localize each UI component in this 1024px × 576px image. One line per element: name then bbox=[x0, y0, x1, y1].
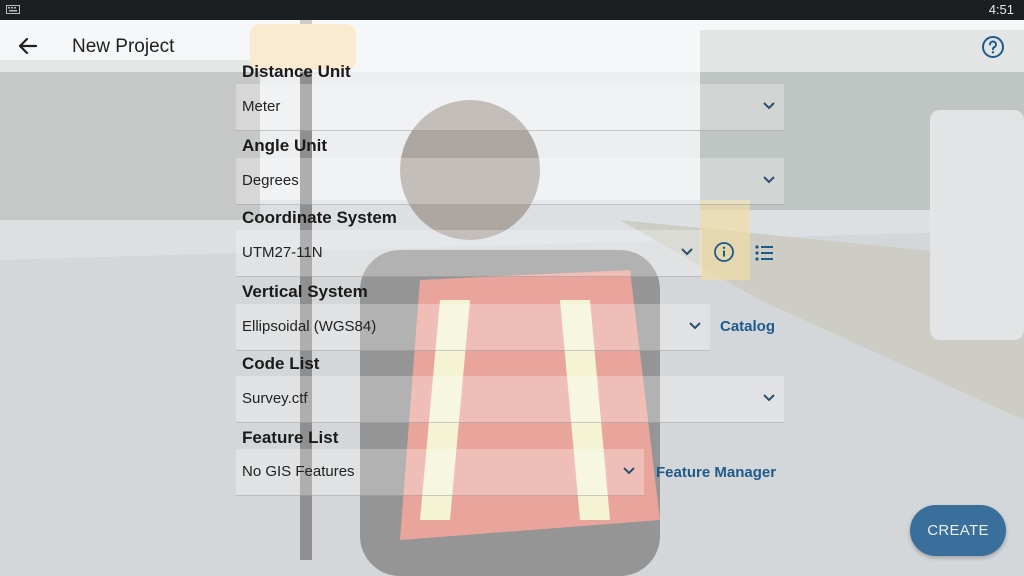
chevron-down-icon bbox=[763, 394, 775, 402]
chevron-down-icon bbox=[681, 248, 693, 256]
distance-unit-value: Meter bbox=[242, 98, 281, 115]
chevron-down-icon bbox=[763, 176, 775, 184]
help-circle-icon[interactable] bbox=[980, 34, 1006, 60]
chevron-down-icon bbox=[763, 102, 775, 110]
chevron-down-icon bbox=[689, 322, 701, 330]
feature-list-value: No GIS Features bbox=[242, 463, 355, 480]
coordinate-system-select[interactable]: UTM27-11N bbox=[236, 230, 702, 277]
arrow-back-icon[interactable] bbox=[14, 32, 42, 60]
angle-unit-value: Degrees bbox=[242, 172, 299, 189]
status-time: 4:51 bbox=[988, 2, 1014, 17]
angle-unit-label: Angle Unit bbox=[242, 136, 327, 155]
feature-list-select[interactable]: No GIS Features bbox=[236, 449, 644, 496]
info-icon[interactable] bbox=[713, 241, 735, 263]
coordinate-system-value: UTM27-11N bbox=[242, 244, 323, 261]
vertical-system-select[interactable]: Ellipsoidal (WGS84) bbox=[236, 304, 710, 351]
chevron-down-icon bbox=[623, 467, 635, 475]
catalog-link[interactable]: Catalog bbox=[720, 318, 775, 335]
vertical-system-label: Vertical System bbox=[242, 282, 368, 301]
code-list-select[interactable]: Survey.ctf bbox=[236, 376, 784, 423]
code-list-label: Code List bbox=[242, 354, 320, 373]
list-icon[interactable] bbox=[753, 242, 775, 264]
create-button[interactable]: CREATE bbox=[910, 505, 1006, 556]
project-form: Distance Unit Meter Angle Unit Degrees C… bbox=[236, 0, 784, 576]
code-list-value: Survey.ctf bbox=[242, 390, 308, 407]
angle-unit-select[interactable]: Degrees bbox=[236, 158, 784, 205]
vertical-system-value: Ellipsoidal (WGS84) bbox=[242, 318, 377, 335]
feature-manager-link[interactable]: Feature Manager bbox=[656, 464, 776, 481]
page-title: New Project bbox=[72, 36, 175, 57]
distance-unit-label: Distance Unit bbox=[242, 62, 351, 81]
distance-unit-select[interactable]: Meter bbox=[236, 84, 784, 131]
feature-list-label: Feature List bbox=[242, 428, 339, 447]
keyboard-icon bbox=[6, 5, 20, 14]
coordinate-system-label: Coordinate System bbox=[242, 208, 397, 227]
